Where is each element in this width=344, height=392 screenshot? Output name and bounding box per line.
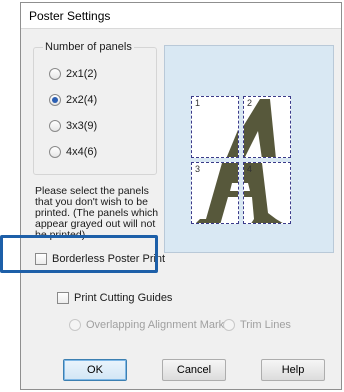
- ok-button[interactable]: OK: [63, 359, 127, 381]
- radio-option-4x4[interactable]: 4x4(6): [49, 146, 97, 158]
- cutting-guides-checkbox[interactable]: [57, 292, 69, 304]
- radio-label: 3x3(9): [66, 120, 98, 132]
- preview-panel-4[interactable]: 4: [243, 162, 291, 224]
- trim-radio[interactable]: [223, 319, 235, 331]
- trim-lines-option[interactable]: Trim Lines: [223, 319, 291, 331]
- radio-label: 2x2(4): [66, 94, 98, 106]
- print-cutting-guides-option[interactable]: Print Cutting Guides: [57, 292, 172, 304]
- panel-number: 2: [247, 98, 253, 108]
- radio-option-3x3[interactable]: 3x3(9): [49, 120, 97, 132]
- preview-panel-2[interactable]: 2: [243, 96, 291, 158]
- overlapping-alignment-marks-option[interactable]: Overlapping Alignment Marks: [69, 319, 230, 331]
- overlap-label: Overlapping Alignment Marks: [86, 319, 230, 331]
- radio-button[interactable]: [49, 146, 61, 158]
- radio-option-2x1[interactable]: 2x1(2): [49, 68, 97, 80]
- trim-label: Trim Lines: [240, 319, 291, 331]
- radio-label: 4x4(6): [66, 146, 98, 158]
- radio-label: 2x1(2): [66, 68, 98, 80]
- help-button[interactable]: Help: [261, 359, 325, 381]
- cutting-guides-label: Print Cutting Guides: [74, 292, 173, 304]
- poster-settings-dialog: Poster Settings Number of panels 2x1(2) …: [20, 2, 342, 390]
- preview-panel-1[interactable]: 1: [191, 96, 239, 158]
- radio-button-selected[interactable]: [49, 94, 61, 106]
- dialog-title: Poster Settings: [21, 3, 341, 29]
- panel-selection-description: Please select the panels that you don't …: [35, 185, 159, 241]
- radio-button[interactable]: [49, 120, 61, 132]
- cancel-button[interactable]: Cancel: [162, 359, 226, 381]
- radio-button[interactable]: [49, 68, 61, 80]
- panel-number: 3: [195, 164, 201, 174]
- number-of-panels-title: Number of panels: [43, 41, 134, 53]
- radio-option-2x2[interactable]: 2x2(4): [49, 94, 97, 106]
- panel-number: 1: [195, 98, 201, 108]
- borderless-highlight-frame: [0, 235, 158, 273]
- overlap-radio[interactable]: [69, 319, 81, 331]
- poster-preview: 1 2 3 4: [164, 45, 334, 253]
- panel-number: 4: [247, 164, 253, 174]
- preview-panel-3[interactable]: 3: [191, 162, 239, 224]
